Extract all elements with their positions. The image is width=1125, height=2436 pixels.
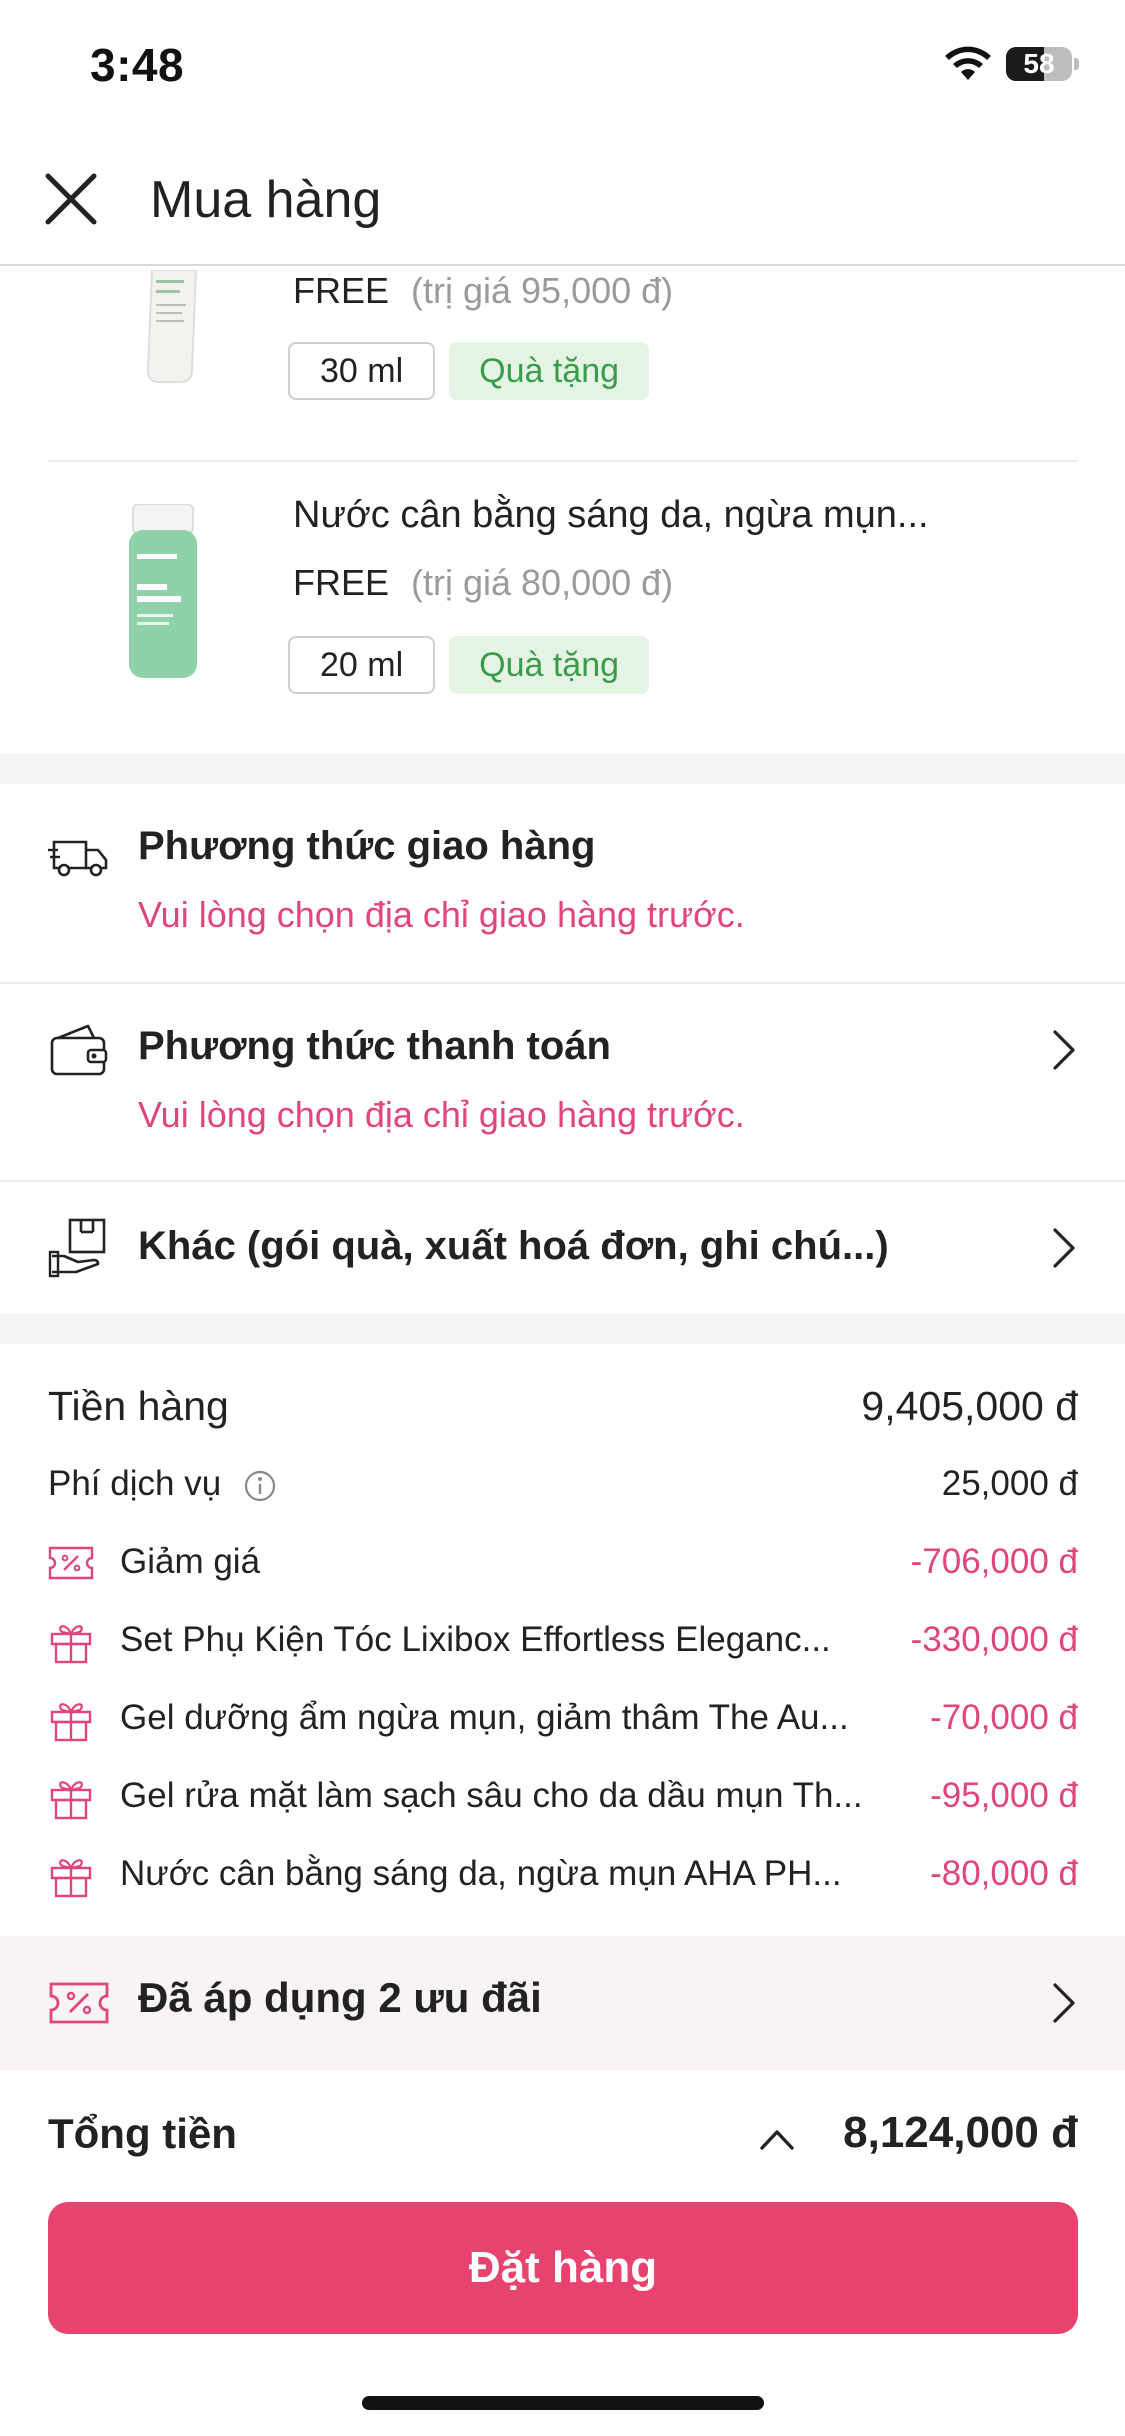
size-badge: 30 ml bbox=[288, 342, 436, 400]
chevron-up-icon[interactable] bbox=[756, 2118, 798, 2158]
gift-item[interactable]: Nước cân bằng sáng da, ngừa mụn... FREE (… bbox=[48, 490, 1078, 694]
gift-discount-label: Gel dưỡng ẩm ngừa mụn, giảm thâm The Au.… bbox=[120, 1698, 849, 1737]
gift-name: Nước cân bằng sáng da, ngừa mụn... bbox=[293, 494, 929, 536]
section-gap bbox=[0, 1314, 1125, 1344]
gift-price: FREE (trị giá 80,000 đ) bbox=[293, 562, 673, 604]
gift-discount-label: Nước cân bằng sáng da, ngừa mụn AHA PH..… bbox=[120, 1854, 842, 1893]
gift-discount-value: -95,000 đ bbox=[930, 1776, 1078, 1815]
status-time: 3:48 bbox=[90, 39, 185, 91]
discount-value: -706,000 đ bbox=[910, 1542, 1078, 1581]
other-options-row[interactable]: Khác (gói quà, xuất hoá đơn, ghi chú...) bbox=[0, 1182, 1125, 1312]
gift-icon bbox=[50, 1703, 92, 1742]
size-badge: 20 ml bbox=[288, 636, 436, 694]
gift-discount-row: Gel dưỡng ẩm ngừa mụn, giảm thâm The Au.… bbox=[48, 1688, 1078, 1748]
page-title: Mua hàng bbox=[150, 171, 382, 229]
wallet-icon bbox=[50, 1024, 108, 1076]
battery-cap bbox=[1074, 58, 1079, 70]
service-fee-label: Phí dịch vụ bbox=[48, 1464, 222, 1503]
subtotal-value: 9,405,000 đ bbox=[861, 1383, 1078, 1429]
chevron-right-icon bbox=[1053, 1983, 1075, 2023]
service-fee-row: Phí dịch vụ 25,000 đ bbox=[48, 1454, 1078, 1514]
shipping-title: Phương thức giao hàng bbox=[138, 824, 596, 868]
status-indicators: 58 bbox=[944, 46, 1079, 82]
shipping-warning: Vui lòng chọn địa chỉ giao hàng trước. bbox=[138, 894, 745, 935]
product-thumbnail bbox=[146, 270, 198, 383]
discount-row: Giảm giá -706,000 đ bbox=[48, 1532, 1078, 1592]
shipping-method-row[interactable]: Phương thức giao hàng Vui lòng chọn địa … bbox=[0, 784, 1125, 982]
home-indicator bbox=[362, 2396, 764, 2410]
payment-method-row[interactable]: Phương thức thanh toán Vui lòng chọn địa… bbox=[0, 984, 1125, 1180]
gift-discount-label: Set Phụ Kiện Tóc Lixibox Effortless Eleg… bbox=[120, 1620, 831, 1659]
total-value: 8,124,000 đ bbox=[843, 2108, 1078, 2157]
gift-tags: 30 ml Quà tặng bbox=[288, 342, 650, 400]
gift-discount-row: Nước cân bằng sáng da, ngừa mụn AHA PH..… bbox=[48, 1844, 1078, 1904]
free-label: FREE bbox=[293, 270, 390, 311]
product-thumbnail bbox=[129, 504, 197, 678]
page-header: Mua hàng bbox=[0, 140, 1125, 266]
service-fee-label-group: Phí dịch vụ bbox=[48, 1454, 277, 1514]
applied-offers-bar[interactable]: Đã áp dụng 2 ưu đãi bbox=[0, 1936, 1125, 2070]
gift-badge: Quà tặng bbox=[449, 636, 650, 694]
gift-icon bbox=[50, 1625, 92, 1664]
total-label: Tổng tiền bbox=[48, 2110, 237, 2157]
gift-discount-value: -80,000 đ bbox=[930, 1854, 1078, 1893]
other-title: Khác (gói quà, xuất hoá đơn, ghi chú...) bbox=[138, 1224, 889, 1268]
service-fee-value: 25,000 đ bbox=[941, 1464, 1078, 1503]
worth-label: (trị giá 95,000 đ) bbox=[411, 270, 674, 311]
subtotal-row: Tiền hàng 9,405,000 đ bbox=[48, 1376, 1078, 1436]
battery-level: 58 bbox=[1023, 48, 1055, 79]
status-bar: 3:48 58 bbox=[0, 0, 1125, 140]
wifi-icon bbox=[945, 46, 991, 80]
section-gap bbox=[0, 754, 1125, 784]
gift-icon bbox=[50, 1859, 92, 1898]
gift-tags: 20 ml Quà tặng bbox=[288, 636, 650, 694]
gift-price: FREE (trị giá 95,000 đ) bbox=[293, 270, 673, 312]
place-order-button[interactable]: Đặt hàng bbox=[48, 2202, 1078, 2334]
gift-discount-row: Gel rửa mặt làm sạch sâu cho da dầu mụn … bbox=[48, 1766, 1078, 1826]
worth-label: (trị giá 80,000 đ) bbox=[411, 562, 674, 603]
coupon-icon bbox=[48, 1546, 94, 1580]
chevron-right-icon bbox=[1053, 1030, 1075, 1070]
payment-warning: Vui lòng chọn địa chỉ giao hàng trước. bbox=[138, 1094, 745, 1135]
subtotal-label: Tiền hàng bbox=[48, 1383, 229, 1429]
gift-badge: Quà tặng bbox=[449, 342, 650, 400]
gift-discount-row: Set Phụ Kiện Tóc Lixibox Effortless Eleg… bbox=[48, 1610, 1078, 1670]
gift-discount-value: -70,000 đ bbox=[930, 1698, 1078, 1737]
gift-discount-value: -330,000 đ bbox=[910, 1620, 1078, 1659]
applied-offers-text: Đã áp dụng 2 ưu đãi bbox=[138, 1974, 542, 2021]
gift-icon bbox=[50, 1781, 92, 1820]
coupon-icon bbox=[49, 1982, 109, 2024]
free-label: FREE bbox=[293, 562, 390, 603]
info-icon[interactable] bbox=[243, 1469, 277, 1503]
gift-box-hand-icon bbox=[48, 1218, 106, 1278]
battery-icon: 58 bbox=[1006, 47, 1072, 81]
divider bbox=[48, 460, 1078, 462]
discount-label: Giảm giá bbox=[120, 1542, 261, 1581]
payment-title: Phương thức thanh toán bbox=[138, 1024, 611, 1068]
truck-icon bbox=[48, 840, 108, 877]
gift-discount-label: Gel rửa mặt làm sạch sâu cho da dầu mụn … bbox=[120, 1776, 863, 1815]
close-icon[interactable] bbox=[40, 168, 102, 230]
chevron-right-icon bbox=[1053, 1228, 1075, 1268]
